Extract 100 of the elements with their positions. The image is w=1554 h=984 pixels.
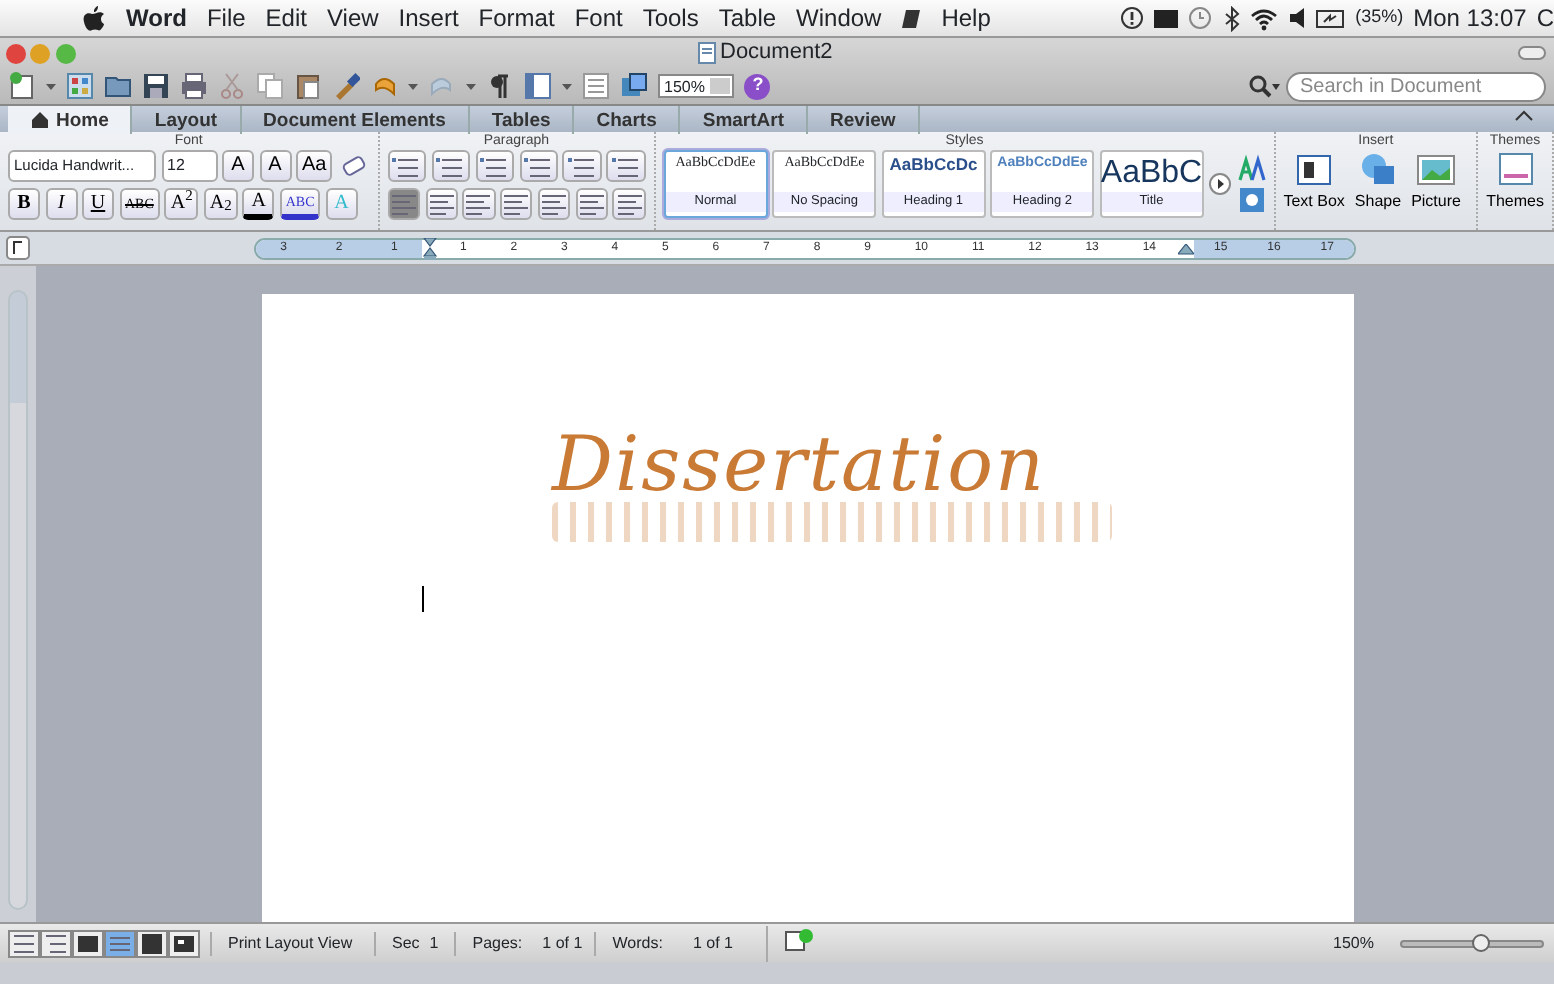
- bold-button[interactable]: B: [8, 187, 40, 219]
- insert-button[interactable]: Text Box: [1283, 150, 1345, 214]
- menu-item[interactable]: Table: [718, 0, 777, 36]
- slider-thumb[interactable]: [1471, 933, 1489, 951]
- indent-marker-icon[interactable]: [422, 238, 438, 260]
- display-icon[interactable]: [1153, 7, 1178, 29]
- spelling-check-icon[interactable]: [784, 925, 815, 953]
- menu-item[interactable]: Edit: [265, 0, 307, 36]
- ribbon-tab[interactable]: Home: [8, 106, 133, 134]
- more-styles-icon[interactable]: [1208, 172, 1233, 196]
- notebook-view-icon[interactable]: [138, 929, 166, 957]
- shrink-font-button[interactable]: A: [259, 150, 291, 182]
- section-label: Sec: [392, 931, 420, 955]
- menu-item[interactable]: File: [206, 0, 246, 36]
- document-icon: [697, 42, 715, 64]
- outline-view-icon[interactable]: [42, 929, 70, 957]
- change-case-button[interactable]: Aa: [296, 150, 333, 182]
- menu-clock[interactable]: Mon 13:07: [1413, 0, 1527, 36]
- new-document-icon[interactable]: [8, 72, 36, 100]
- columns-icon[interactable]: [612, 152, 641, 180]
- draft-view-icon[interactable]: [10, 929, 38, 957]
- clock-icon[interactable]: [1187, 6, 1212, 30]
- subscript-button[interactable]: A$_{2}$: [203, 187, 238, 219]
- borders-icon[interactable]: [577, 189, 606, 217]
- menu-item[interactable]: View: [326, 0, 379, 36]
- caret-icon[interactable]: [46, 80, 56, 92]
- style-pane-icon[interactable]: [1237, 186, 1266, 215]
- text-box-icon: [1294, 150, 1335, 190]
- bullets-icon[interactable]: [392, 152, 421, 180]
- style-sample: AaBbCcDc: [889, 156, 978, 175]
- tab-selector-icon[interactable]: [6, 236, 30, 260]
- caret-icon[interactable]: [562, 80, 572, 92]
- menu-item[interactable]: Insert: [398, 0, 459, 36]
- battery-icon[interactable]: [1315, 5, 1346, 31]
- word-count: 1 of 1: [692, 931, 733, 955]
- menu-item[interactable]: Window: [796, 0, 882, 36]
- multilevel-list-icon[interactable]: [480, 152, 509, 180]
- alert-icon[interactable]: [1119, 6, 1144, 30]
- increase-indent-icon[interactable]: [568, 152, 597, 180]
- apple-icon[interactable]: [80, 4, 106, 32]
- save-icon[interactable]: [142, 72, 170, 100]
- section-number: 1: [429, 931, 439, 955]
- underline-button[interactable]: U: [82, 187, 114, 219]
- insert-button[interactable]: Shape: [1354, 150, 1402, 214]
- text-cursor: [422, 586, 424, 612]
- search-field[interactable]: Search in Document: [1286, 71, 1546, 101]
- folder-icon[interactable]: [104, 72, 132, 100]
- menu-item[interactable]: Font: [574, 0, 623, 36]
- search-icon[interactable]: [1247, 74, 1281, 98]
- document-title: Dissertation: [552, 426, 1046, 502]
- superscript-button[interactable]: A$^{2}$: [164, 187, 199, 219]
- zoom-level: 150%: [1333, 931, 1374, 955]
- zoom-dropdown[interactable]: 150%: [658, 74, 735, 98]
- font-color-button[interactable]: A: [242, 187, 275, 219]
- themes-icon: [1497, 150, 1534, 190]
- format-painter-icon[interactable]: [332, 72, 360, 100]
- gallery-icon[interactable]: [66, 72, 94, 100]
- paste-icon[interactable]: [294, 72, 322, 100]
- right-indent-icon[interactable]: [1178, 243, 1194, 255]
- bluetooth-icon[interactable]: [1221, 5, 1240, 31]
- caret-icon[interactable]: [466, 80, 476, 92]
- sort-icon[interactable]: [615, 189, 644, 217]
- insert-button[interactable]: Picture: [1411, 150, 1461, 214]
- pilcrow-icon[interactable]: [486, 72, 514, 100]
- text-view-icon[interactable]: [582, 72, 610, 100]
- pages-label: Pages:: [472, 931, 523, 955]
- numbering-icon[interactable]: [436, 152, 465, 180]
- font-size-dropdown[interactable]: 12: [161, 150, 217, 182]
- grow-font-button[interactable]: A: [222, 150, 254, 182]
- close-button[interactable]: [5, 43, 25, 63]
- help-button[interactable]: ?: [744, 73, 771, 99]
- justify-icon[interactable]: [502, 189, 531, 217]
- menu-item[interactable]: C: [1536, 0, 1554, 36]
- italic-button[interactable]: I: [45, 187, 77, 219]
- center-icon[interactable]: [427, 189, 456, 217]
- page-count: 1 of 1: [542, 931, 583, 955]
- zoom-slider[interactable]: [1400, 939, 1544, 947]
- menu-item[interactable]: Format: [478, 0, 555, 36]
- collapse-icon[interactable]: [1514, 106, 1534, 126]
- app-menu[interactable]: Word: [126, 0, 187, 36]
- toolbar-pill-button[interactable]: [1518, 46, 1546, 60]
- shapes-icon: [1357, 150, 1398, 190]
- wifi-icon[interactable]: [1249, 5, 1278, 31]
- line-spacing-icon[interactable]: [540, 189, 568, 217]
- picture-icon: [1416, 150, 1457, 190]
- menu-item[interactable]: Tools: [642, 0, 699, 36]
- media-browser-icon[interactable]: [620, 72, 648, 100]
- themes-button[interactable]: Themes: [1486, 150, 1544, 214]
- undo-icon[interactable]: [370, 72, 398, 100]
- sidebar-icon[interactable]: [524, 72, 552, 100]
- caret-icon[interactable]: [408, 80, 418, 92]
- battery-percent: (35%): [1355, 4, 1404, 31]
- manage-styles-icon[interactable]: [1237, 153, 1266, 182]
- align-right-icon[interactable]: [464, 189, 493, 217]
- menu-item[interactable]: Help: [941, 0, 991, 36]
- script-icon[interactable]: [901, 4, 922, 32]
- speaker-icon[interactable]: [1287, 6, 1306, 30]
- view-name: Print Layout View: [210, 931, 374, 955]
- decrease-indent-icon[interactable]: [524, 152, 553, 180]
- print-icon[interactable]: [180, 72, 208, 100]
